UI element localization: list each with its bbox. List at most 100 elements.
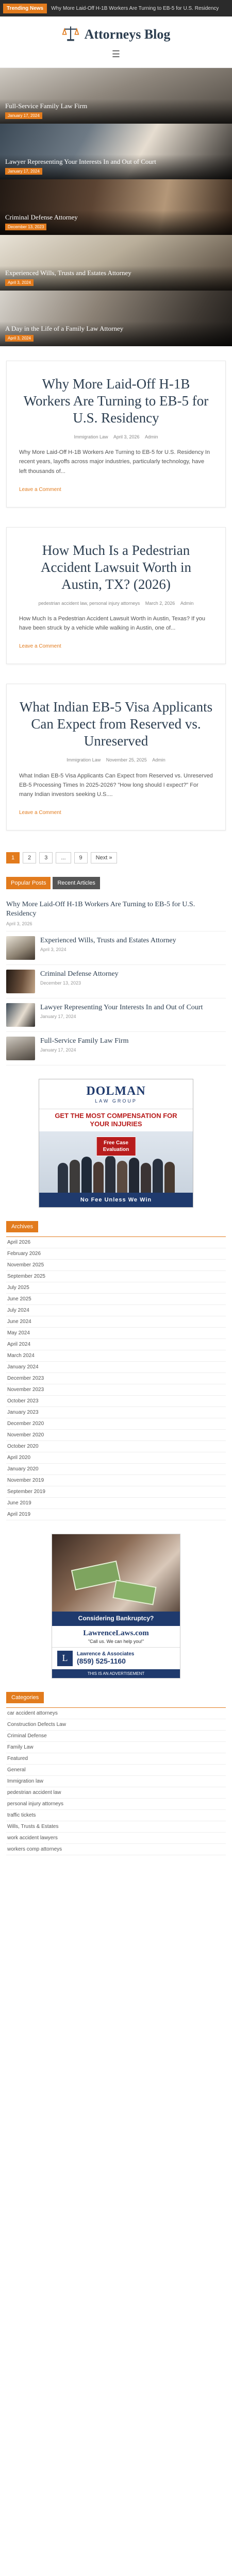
featured-slide-title[interactable]: Lawyer Representing Your Interests In an… bbox=[5, 158, 227, 166]
archive-link[interactable]: December 2020 bbox=[6, 1418, 226, 1430]
tab-post-title[interactable]: Experienced Wills, Trusts and Estates At… bbox=[40, 936, 176, 945]
post-thumbnail-image[interactable] bbox=[6, 970, 35, 994]
post-date: November 25, 2025 bbox=[106, 757, 147, 763]
archive-link[interactable]: April 2024 bbox=[6, 1339, 226, 1351]
post-excerpt: How Much Is a Pedestrian Accident Lawsui… bbox=[19, 616, 205, 632]
featured-slide[interactable]: Full-Service Family Law Firm January 17,… bbox=[0, 68, 232, 124]
site-logo-link[interactable]: Attorneys Blog bbox=[62, 25, 170, 45]
archive-link[interactable]: June 2025 bbox=[6, 1294, 226, 1306]
category-link[interactable]: General bbox=[6, 1765, 226, 1776]
post-comments-link[interactable]: Leave a Comment bbox=[19, 810, 61, 816]
page-link[interactable]: 3 bbox=[39, 852, 53, 864]
archive-link[interactable]: April 2026 bbox=[6, 1237, 226, 1249]
archive-link[interactable]: November 2019 bbox=[6, 1475, 226, 1487]
post-author-link[interactable]: Admin bbox=[180, 601, 194, 606]
post-title-link[interactable]: Why More Laid-Off H-1B Workers Are Turni… bbox=[19, 376, 213, 427]
featured-slide[interactable]: Experienced Wills, Trusts and Estates At… bbox=[0, 235, 232, 291]
advertisement-notice: THIS IS AN ADVERTISEMENT bbox=[52, 1669, 180, 1678]
person-silhouette bbox=[105, 1156, 115, 1193]
tab-post-item[interactable]: Lawyer Representing Your Interests In an… bbox=[6, 998, 226, 1032]
firm-phone-link[interactable]: (859) 525-1160 bbox=[77, 1657, 134, 1665]
featured-slide-title[interactable]: Experienced Wills, Trusts and Estates At… bbox=[5, 269, 227, 277]
post-comments-link[interactable]: Leave a Comment bbox=[19, 487, 61, 493]
category-link[interactable]: personal injury attorneys bbox=[6, 1799, 226, 1810]
archive-link[interactable]: January 2024 bbox=[6, 1362, 226, 1374]
tab-post-title[interactable]: Criminal Defense Attorney bbox=[40, 970, 119, 979]
archive-link[interactable]: December 2023 bbox=[6, 1373, 226, 1385]
archive-link[interactable]: September 2025 bbox=[6, 1271, 226, 1283]
archive-link[interactable]: March 2024 bbox=[6, 1350, 226, 1362]
page-link[interactable]: 9 bbox=[74, 852, 88, 864]
category-link[interactable]: Immigration law bbox=[6, 1776, 226, 1787]
category-link[interactable]: Wills, Trusts & Estates bbox=[6, 1821, 226, 1833]
page-link[interactable]: 2 bbox=[23, 852, 37, 864]
archive-link[interactable]: April 2019 bbox=[6, 1509, 226, 1521]
tab-post-item[interactable]: Why More Laid-Off H-1B Workers Are Turni… bbox=[6, 895, 226, 932]
tab-post-item[interactable]: Full-Service Family Law Firm January 17,… bbox=[6, 1032, 226, 1066]
featured-slide-title[interactable]: Criminal Defense Attorney bbox=[5, 213, 227, 222]
stressed-person-photo bbox=[52, 1534, 180, 1612]
category-link[interactable]: pedestrian accident law bbox=[6, 1787, 226, 1799]
free-case-evaluation-button[interactable]: Free Case Evaluation bbox=[96, 1136, 136, 1156]
tab-post-title[interactable]: Lawyer Representing Your Interests In an… bbox=[40, 1003, 203, 1012]
tab-post-title[interactable]: Why More Laid-Off H-1B Workers Are Turni… bbox=[6, 900, 226, 918]
law-firm-ad-banner[interactable]: DOLMAN LAW GROUP GET THE MOST COMPENSATI… bbox=[39, 1079, 193, 1208]
featured-slide[interactable]: Criminal Defense Attorney December 13, 2… bbox=[0, 179, 232, 235]
archive-link[interactable]: September 2019 bbox=[6, 1486, 226, 1498]
trending-headline-link[interactable]: Why More Laid-Off H-1B Workers Are Turni… bbox=[47, 6, 219, 11]
archive-link[interactable]: January 2020 bbox=[6, 1464, 226, 1476]
post-category-link[interactable]: pedestrian accident law, personal injury… bbox=[39, 601, 140, 606]
category-link[interactable]: car accident attorneys bbox=[6, 1708, 226, 1719]
tab-post-item[interactable]: Criminal Defense Attorney December 13, 2… bbox=[6, 965, 226, 999]
post-excerpt: Why More Laid-Off H-1B Workers Are Turni… bbox=[19, 449, 210, 474]
ad-website-link[interactable]: LawrenceLaws.com bbox=[52, 1625, 180, 1639]
archive-link[interactable]: June 2024 bbox=[6, 1316, 226, 1328]
featured-slide-title[interactable]: A Day in the Life of a Family Law Attorn… bbox=[5, 325, 227, 333]
archive-link[interactable]: July 2024 bbox=[6, 1305, 226, 1317]
tab-recent-articles[interactable]: Recent Articles bbox=[53, 877, 100, 890]
category-link[interactable]: traffic tickets bbox=[6, 1810, 226, 1821]
post-thumbnail-image[interactable] bbox=[6, 936, 35, 960]
post-author-link[interactable]: Admin bbox=[145, 434, 158, 439]
post-category-link[interactable]: Immigration Law bbox=[67, 757, 101, 762]
post-title-link[interactable]: How Much Is a Pedestrian Accident Lawsui… bbox=[19, 542, 213, 593]
archive-link[interactable]: October 2023 bbox=[6, 1396, 226, 1408]
person-silhouette bbox=[152, 1159, 163, 1193]
categories-list: car accident attorneys Construction Defec… bbox=[6, 1707, 226, 1855]
featured-slide[interactable]: Lawyer Representing Your Interests In an… bbox=[0, 124, 232, 179]
category-link[interactable]: Criminal Defense bbox=[6, 1731, 226, 1742]
archive-link[interactable]: January 2023 bbox=[6, 1407, 226, 1419]
archive-link[interactable]: November 2020 bbox=[6, 1430, 226, 1442]
category-link[interactable]: Family Law bbox=[6, 1742, 226, 1753]
post-card: Why More Laid-Off H-1B Workers Are Turni… bbox=[6, 361, 226, 507]
tab-popular-posts[interactable]: Popular Posts bbox=[6, 877, 51, 890]
post-thumbnail-image[interactable] bbox=[6, 1003, 35, 1027]
post-title-link[interactable]: What Indian EB-5 Visa Applicants Can Exp… bbox=[19, 699, 213, 750]
archive-link[interactable]: November 2023 bbox=[6, 1384, 226, 1396]
archive-link[interactable]: May 2024 bbox=[6, 1328, 226, 1340]
featured-slide[interactable]: A Day in the Life of a Family Law Attorn… bbox=[0, 291, 232, 346]
post-thumbnail-image[interactable] bbox=[6, 1037, 35, 1061]
tab-post-title[interactable]: Full-Service Family Law Firm bbox=[40, 1037, 128, 1046]
archive-link[interactable]: February 2026 bbox=[6, 1248, 226, 1260]
archive-link[interactable]: October 2020 bbox=[6, 1441, 226, 1453]
category-link[interactable]: Construction Defects Law bbox=[6, 1719, 226, 1731]
post-excerpt: What Indian EB-5 Visa Applicants Can Exp… bbox=[19, 772, 213, 798]
archive-link[interactable]: April 2020 bbox=[6, 1452, 226, 1464]
post-author-link[interactable]: Admin bbox=[152, 757, 165, 762]
archive-link[interactable]: November 2025 bbox=[6, 1260, 226, 1272]
category-link[interactable]: work accident lawyers bbox=[6, 1833, 226, 1844]
archive-link[interactable]: July 2025 bbox=[6, 1282, 226, 1294]
post-category-link[interactable]: Immigration Law bbox=[74, 434, 108, 439]
category-link[interactable]: workers comp attorneys bbox=[6, 1844, 226, 1855]
archive-link[interactable]: June 2019 bbox=[6, 1498, 226, 1510]
bankruptcy-ad[interactable]: Considering Bankruptcy? LawrenceLaws.com… bbox=[52, 1534, 180, 1679]
ad-question: Considering Bankruptcy? bbox=[52, 1612, 180, 1626]
featured-slide-title[interactable]: Full-Service Family Law Firm bbox=[5, 102, 227, 110]
ad-cta-line2: Evaluation bbox=[103, 1146, 129, 1153]
post-comments-link[interactable]: Leave a Comment bbox=[19, 643, 61, 649]
category-link[interactable]: Featured bbox=[6, 1753, 226, 1765]
tab-post-item[interactable]: Experienced Wills, Trusts and Estates At… bbox=[6, 931, 226, 965]
hamburger-icon[interactable]: ☰ bbox=[112, 49, 120, 60]
next-page-link[interactable]: Next » bbox=[90, 852, 118, 864]
